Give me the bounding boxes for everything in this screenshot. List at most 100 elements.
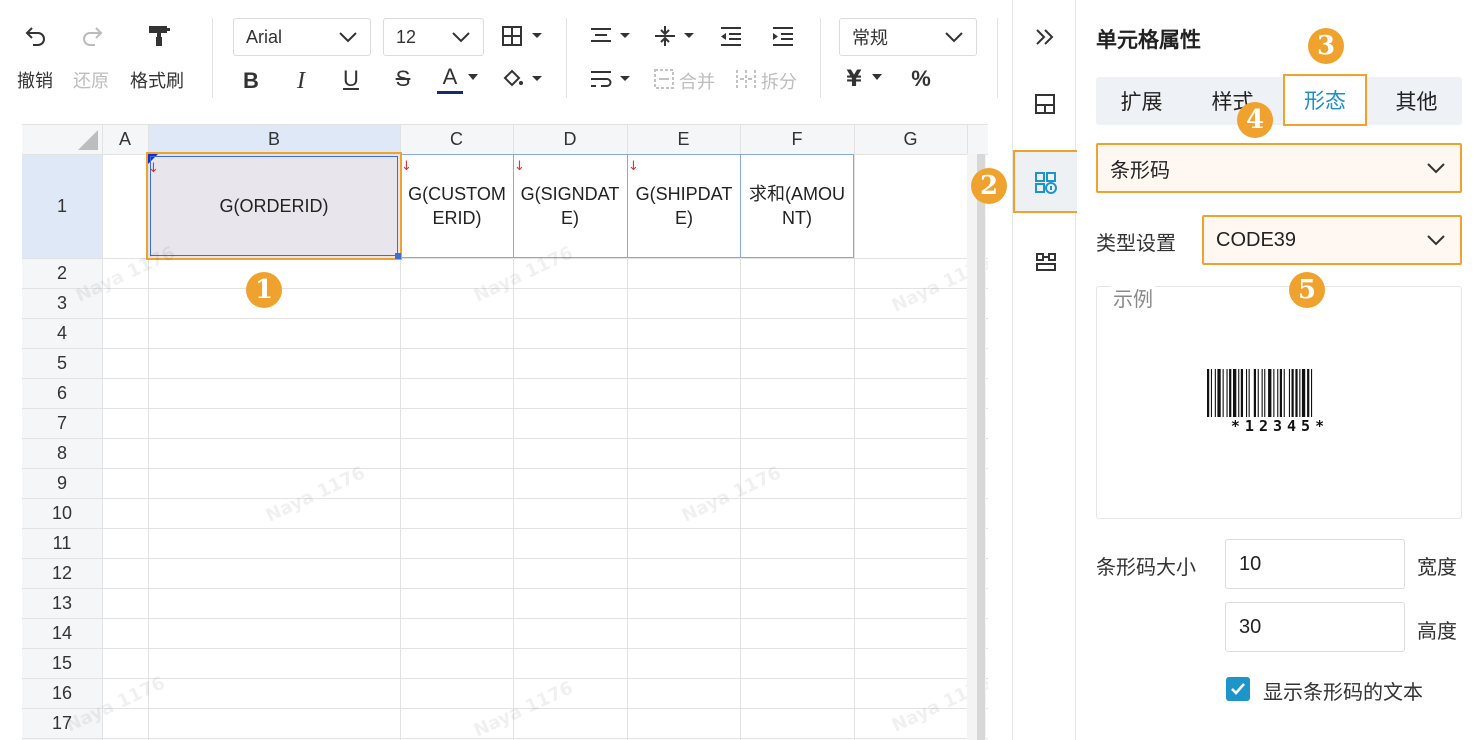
row-header-16[interactable]: 16 <box>22 678 102 708</box>
barcode-bar <box>1288 369 1290 417</box>
report-designer: 撤销 还原 格式刷 Arial 12 B I U S A 合并 拆分 常规 ¥ … <box>0 0 1481 740</box>
vertical-align-icon[interactable] <box>652 22 698 50</box>
currency-caret-icon[interactable] <box>870 70 884 84</box>
height-label: 高度 <box>1417 619 1457 643</box>
underline-button[interactable]: U <box>338 64 364 94</box>
column-header-A[interactable]: A <box>102 124 148 154</box>
barcode-bar <box>1295 369 1298 417</box>
bold-button[interactable]: B <box>238 66 264 96</box>
fill-handle[interactable] <box>395 253 401 259</box>
number-format-select[interactable]: 常规 <box>839 18 977 56</box>
display-type-select[interactable]: 条形码 <box>1096 143 1462 193</box>
split-icon[interactable] <box>734 66 758 92</box>
layout-icon[interactable] <box>1034 93 1056 115</box>
row-header-6[interactable]: 6 <box>22 378 102 408</box>
chevron-down-icon <box>945 32 963 43</box>
row-header-12[interactable]: 12 <box>22 558 102 588</box>
cell-C1[interactable]: G(CUSTOMERID) <box>408 154 506 258</box>
barcode-bar <box>1261 369 1263 417</box>
barcode-bar <box>1248 369 1250 417</box>
barcode-bar <box>1217 369 1221 417</box>
panel-title: 单元格属性 <box>1096 28 1201 52</box>
expand-down-icon: ↓ <box>514 159 525 174</box>
redo-icon[interactable] <box>78 22 106 50</box>
select-all-corner-icon[interactable] <box>78 130 98 150</box>
wrap-text-icon[interactable] <box>588 66 634 92</box>
row-header-2[interactable]: 2 <box>22 258 102 288</box>
barcode-width-input[interactable]: 10 <box>1225 539 1405 589</box>
font-color-caret-icon[interactable] <box>466 70 480 84</box>
barcode-bar <box>1246 369 1248 417</box>
row-header-13[interactable]: 13 <box>22 588 102 618</box>
row-header-8[interactable]: 8 <box>22 438 102 468</box>
merge-icon[interactable] <box>652 66 676 92</box>
barcode-bar <box>1214 369 1216 417</box>
barcode-bar <box>1240 369 1243 417</box>
column-header-C[interactable]: C <box>400 124 513 154</box>
row-header-11[interactable]: 11 <box>22 528 102 558</box>
cell-D1[interactable]: G(SIGNDATE) <box>519 154 621 258</box>
undo-icon[interactable] <box>22 22 50 50</box>
barcode-bar <box>1238 369 1240 417</box>
font-size-value: 12 <box>396 26 417 47</box>
barcode-type-select[interactable]: CODE39 <box>1202 215 1462 265</box>
row-header-7[interactable]: 7 <box>22 408 102 438</box>
column-header-G[interactable]: G <box>854 124 967 154</box>
format-painter-icon[interactable] <box>144 22 174 50</box>
increase-indent-icon[interactable] <box>768 22 798 50</box>
format-painter-label[interactable]: 格式刷 <box>130 67 184 93</box>
decrease-indent-icon[interactable] <box>716 22 746 50</box>
show-text-label[interactable]: 显示条形码的文本 <box>1263 676 1423 705</box>
font-color-button[interactable]: A <box>437 62 463 94</box>
redo-label[interactable]: 还原 <box>73 67 109 93</box>
italic-button[interactable]: I <box>288 66 314 96</box>
tab-other[interactable]: 其他 <box>1371 77 1462 125</box>
border-icon[interactable] <box>500 22 546 50</box>
watermark: Naya 1176 <box>678 462 785 527</box>
barcode-bar <box>1273 369 1275 417</box>
fill-color-icon[interactable] <box>500 66 546 92</box>
font-family-select[interactable]: Arial <box>233 18 371 56</box>
cell-F1[interactable]: 求和(AMOUNT) <box>748 154 846 258</box>
cell-properties-tab[interactable] <box>1013 150 1079 213</box>
column-header-E[interactable]: E <box>627 124 740 154</box>
type-setting-label: 类型设置 <box>1096 231 1176 255</box>
font-size-select[interactable]: 12 <box>383 18 484 56</box>
toolbar-divider <box>212 18 213 98</box>
split-label[interactable]: 拆分 <box>761 68 797 94</box>
column-header-F[interactable]: F <box>740 124 854 154</box>
barcode-bar <box>1268 369 1272 417</box>
row-header-15[interactable]: 15 <box>22 648 102 678</box>
cell-E1[interactable]: G(SHIPDATE) <box>634 154 734 258</box>
currency-button[interactable]: ¥ <box>843 64 865 94</box>
row-header-1[interactable]: 1 <box>22 154 102 258</box>
check-icon <box>1231 683 1245 695</box>
row-header-4[interactable]: 4 <box>22 318 102 348</box>
strikethrough-button[interactable]: S <box>390 64 416 94</box>
percent-button[interactable]: % <box>906 64 936 94</box>
merge-label[interactable]: 合并 <box>679 68 715 94</box>
data-source-icon[interactable] <box>1034 250 1056 272</box>
undo-label[interactable]: 撤销 <box>17 67 53 93</box>
column-header-B[interactable]: B <box>148 124 400 154</box>
row-header-5[interactable]: 5 <box>22 348 102 378</box>
column-header-D[interactable]: D <box>513 124 627 154</box>
spreadsheet-grid[interactable]: A B C D E F G 1 2 3 4 5 6 7 8 9 10 11 12… <box>22 124 988 740</box>
collapse-panel-icon[interactable] <box>1034 27 1056 47</box>
cell-properties-panel: 单元格属性 扩展 样式 形态 其他 条形码 类型设置 CODE39 示例 *12… <box>1077 0 1481 740</box>
row-header-14[interactable]: 14 <box>22 618 102 648</box>
vertical-scrollbar-thumb[interactable] <box>977 154 985 740</box>
expand-down-icon: ↓ <box>628 159 639 174</box>
barcode-bar <box>1277 369 1279 417</box>
row-header-9[interactable]: 9 <box>22 468 102 498</box>
row-header-3[interactable]: 3 <box>22 288 102 318</box>
barcode-height-input[interactable]: 30 <box>1225 602 1405 652</box>
row-header-10[interactable]: 10 <box>22 498 102 528</box>
tab-expand[interactable]: 扩展 <box>1096 77 1187 125</box>
barcode-bar <box>1233 369 1237 417</box>
tab-form[interactable]: 形态 <box>1283 74 1367 126</box>
barcode-bar <box>1279 369 1282 417</box>
horizontal-align-icon[interactable] <box>588 22 634 50</box>
show-text-checkbox[interactable] <box>1226 677 1250 701</box>
row-header-17[interactable]: 17 <box>22 708 102 738</box>
